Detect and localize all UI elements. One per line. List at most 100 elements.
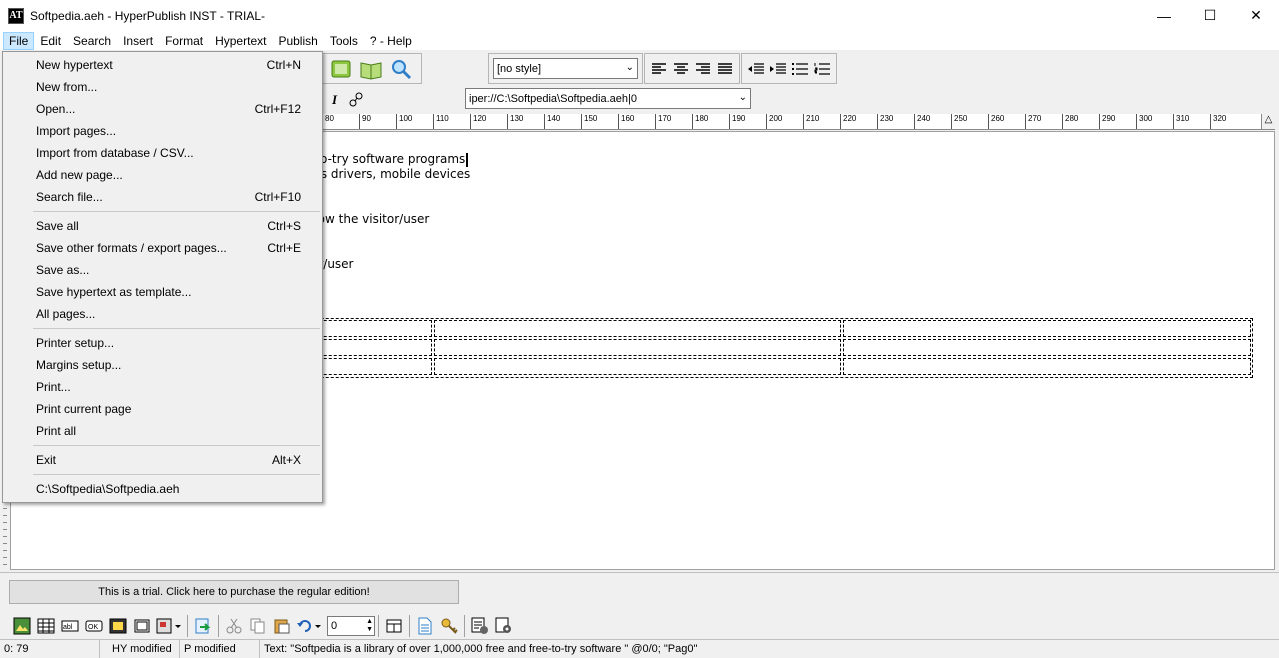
toolbar-separator (218, 614, 219, 637)
ruler-tick: 180 (692, 114, 708, 129)
indent-icon[interactable] (768, 57, 788, 80)
table-cell[interactable] (843, 339, 1251, 356)
menu-format[interactable]: Format (159, 32, 209, 50)
menu-item-new-hypertext[interactable]: New hypertext Ctrl+N (3, 54, 322, 76)
search-icon[interactable] (387, 55, 415, 83)
table-cell[interactable] (843, 358, 1251, 375)
insert-image-icon[interactable] (11, 615, 33, 637)
align-group (644, 53, 740, 84)
menu-item-save-all[interactable]: Save all Ctrl+S (3, 215, 322, 237)
menu-item-recent-file[interactable]: C:\Softpedia\Softpedia.aeh (3, 478, 322, 500)
layout-icon[interactable] (383, 615, 405, 637)
menu-edit[interactable]: Edit (34, 32, 67, 50)
menu-item-save-template[interactable]: Save hypertext as template... (3, 281, 322, 303)
menu-item-exit[interactable]: Exit Alt+X (3, 449, 322, 471)
menu-item-label: Import pages... (36, 124, 117, 138)
link-tool-icon[interactable] (344, 88, 367, 111)
page-icon[interactable] (414, 615, 436, 637)
menu-search[interactable]: Search (67, 32, 117, 50)
undo-icon[interactable] (295, 615, 323, 637)
menu-item-add-new-page[interactable]: Add new page... (3, 164, 322, 186)
app-icon[interactable]: AT (8, 7, 24, 24)
minimize-button[interactable]: — (1141, 0, 1187, 31)
align-right-icon[interactable] (693, 57, 713, 80)
menu-item-all-pages[interactable]: All pages... (3, 303, 322, 325)
menu-tools[interactable]: Tools (324, 32, 364, 50)
maximize-button[interactable]: ☐ (1187, 0, 1233, 31)
menu-hypertext[interactable]: Hypertext (209, 32, 272, 50)
menu-item-label: Open... (36, 102, 76, 116)
menu-item-label: New from... (36, 80, 98, 94)
status-text-info: Text: "Softpedia is a library of over 1,… (264, 643, 698, 655)
align-left-icon[interactable] (649, 57, 669, 80)
insert-object-dropdown-icon[interactable] (155, 615, 183, 637)
url-select-value: iper://C:\Softpedia\Softpedia.aeh|0 (469, 92, 637, 105)
ruler-tick: 220 (840, 114, 856, 129)
menu-item-label: C:\Softpedia\Softpedia.aeh (36, 482, 180, 496)
key-icon[interactable] (438, 615, 460, 637)
menu-item-label: Exit (36, 453, 57, 467)
menu-insert[interactable]: Insert (117, 32, 159, 50)
menu-file[interactable]: File (3, 31, 35, 50)
table-cell[interactable] (434, 339, 841, 356)
menu-item-new-from[interactable]: New from... (3, 76, 322, 98)
copy-icon[interactable] (247, 615, 269, 637)
menu-separator (3, 325, 322, 332)
menu-help[interactable]: ? - Help (364, 32, 418, 50)
ruler-tick: 290 (1099, 114, 1115, 129)
numbered-list-icon[interactable] (812, 57, 832, 80)
menu-item-search-file[interactable]: Search file... Ctrl+F10 (3, 186, 322, 208)
style-select[interactable]: [no style] ⌄ (493, 58, 638, 79)
properties-icon[interactable] (469, 615, 491, 637)
menu-item-save-as[interactable]: Save as... (3, 259, 322, 281)
insert-table-icon[interactable] (35, 615, 57, 637)
outdent-icon[interactable] (746, 57, 766, 80)
ruler-tick: 110 (433, 114, 449, 129)
ruler-tick: 250 (951, 114, 967, 129)
menu-item-print-all[interactable]: Print all (3, 420, 322, 442)
zoom-spinner[interactable]: 0 ▲ ▼ (327, 615, 375, 636)
insert-field-icon[interactable]: abl (59, 615, 81, 637)
bullet-list-icon[interactable] (790, 57, 810, 80)
paste-icon[interactable] (271, 615, 293, 637)
ruler-margin-marker-icon[interactable]: △ (1261, 114, 1275, 129)
cut-icon[interactable] (223, 615, 245, 637)
status-p-modified: P modified (180, 639, 260, 658)
ruler-tick: 210 (803, 114, 819, 129)
table-cell[interactable] (434, 358, 841, 375)
italic-icon[interactable]: I (323, 88, 346, 111)
table-cell[interactable] (434, 320, 841, 337)
menu-item-print[interactable]: Print... (3, 376, 322, 398)
book-open-icon[interactable] (357, 55, 385, 83)
menu-item-shortcut: Alt+X (271, 453, 301, 467)
insert-button-icon[interactable]: OK (83, 615, 105, 637)
settings-icon[interactable] (493, 615, 515, 637)
menu-item-label: Add new page... (36, 168, 123, 182)
menu-item-print-current-page[interactable]: Print current page (3, 398, 322, 420)
menu-publish[interactable]: Publish (272, 32, 323, 50)
menu-bar: File Edit Search Insert Format Hypertext… (0, 31, 1279, 50)
bottom-toolbar: abl OK 0 ▲ ▼ (0, 612, 1279, 639)
insert-frame-icon[interactable] (131, 615, 153, 637)
menu-item-export-pages[interactable]: Save other formats / export pages... Ctrl… (3, 237, 322, 259)
menu-item-import-pages[interactable]: Import pages... (3, 120, 322, 142)
menu-item-printer-setup[interactable]: Printer setup... (3, 332, 322, 354)
trial-bar: This is a trial. Click here to purchase … (0, 572, 1279, 612)
menu-item-import-database[interactable]: Import from database / CSV... (3, 142, 322, 164)
ruler-tick: 280 (1062, 114, 1078, 129)
menu-item-label: Print all (36, 424, 77, 438)
spin-arrows-icon[interactable]: ▲ ▼ (366, 618, 373, 634)
book-green-icon[interactable] (327, 55, 355, 83)
toolbar-separator (378, 614, 379, 637)
menu-item-shortcut: Ctrl+F12 (254, 102, 301, 116)
menu-item-margins-setup[interactable]: Margins setup... (3, 354, 322, 376)
menu-item-open[interactable]: Open... Ctrl+F12 (3, 98, 322, 120)
align-justify-icon[interactable] (715, 57, 735, 80)
table-cell[interactable] (843, 320, 1251, 337)
url-select[interactable]: iper://C:\Softpedia\Softpedia.aeh|0 ⌄ (465, 88, 751, 109)
purchase-button[interactable]: This is a trial. Click here to purchase … (9, 580, 459, 604)
close-button[interactable]: ✕ (1233, 0, 1279, 31)
insert-media-icon[interactable] (107, 615, 129, 637)
align-center-icon[interactable] (671, 57, 691, 80)
go-to-page-icon[interactable] (192, 615, 214, 637)
